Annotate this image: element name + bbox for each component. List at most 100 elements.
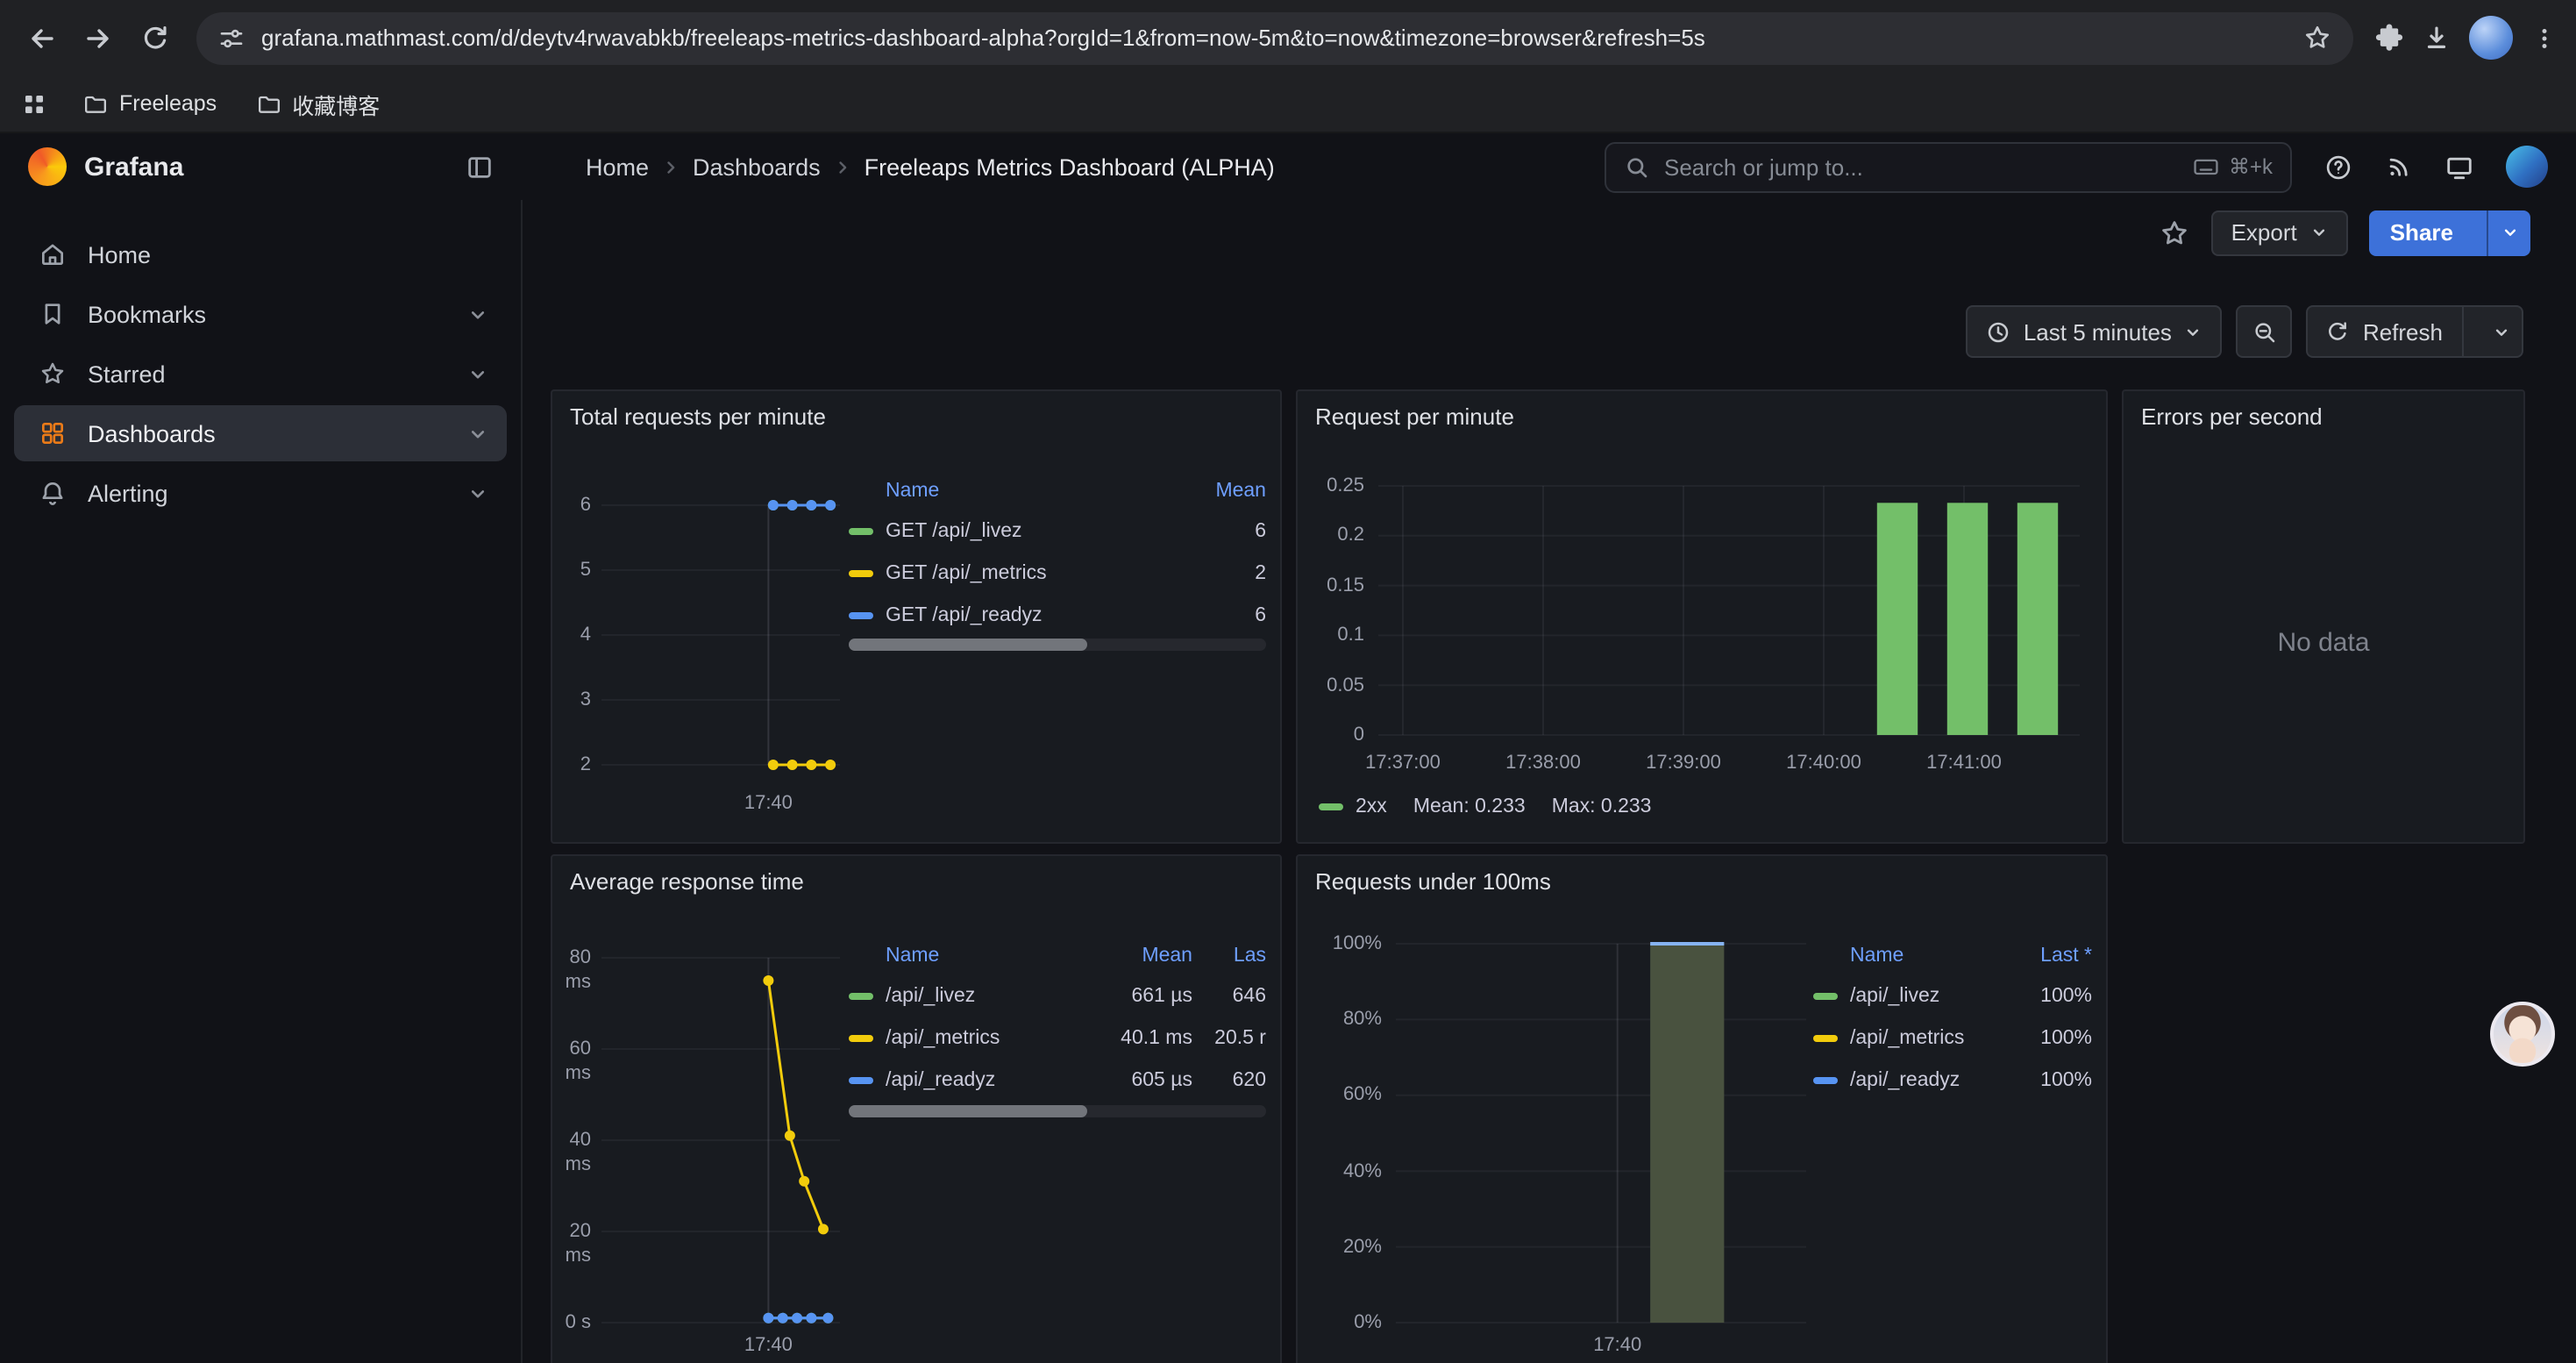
series-name[interactable]: GET /api/_readyz <box>886 605 1175 626</box>
panel-total-requests: Total requests per minute 6543217:40 Nam… <box>551 389 1282 844</box>
share-button[interactable]: Share <box>2369 210 2530 255</box>
legend-row: GET /api/_livez 6 <box>849 510 1266 553</box>
chevron-down-icon[interactable] <box>466 482 489 504</box>
panel-title[interactable]: Errors per second <box>2141 403 2323 430</box>
series-swatch <box>1319 803 1343 810</box>
refresh-interval-chevron-icon[interactable] <box>2480 322 2522 341</box>
chevron-down-icon[interactable] <box>466 422 489 445</box>
legend-header-name[interactable]: Name <box>886 481 1175 502</box>
breadcrumb-current: Freeleaps Metrics Dashboard (ALPHA) <box>865 153 1275 180</box>
breadcrumb-home[interactable]: Home <box>586 153 649 180</box>
chevron-down-icon[interactable] <box>466 303 489 325</box>
browser-toolbar: grafana.mathmast.com/d/deytv4rwavabkb/fr… <box>0 0 2576 75</box>
browser-menu-icon[interactable] <box>2530 24 2558 52</box>
sidebar-item-alerting[interactable]: Alerting <box>14 465 507 521</box>
url-bar[interactable]: grafana.mathmast.com/d/deytv4rwavabkb/fr… <box>196 11 2353 64</box>
legend-series[interactable]: 2xx <box>1319 796 1387 817</box>
time-range-label: Last 5 minutes <box>2024 318 2172 345</box>
user-avatar[interactable] <box>2506 146 2548 188</box>
export-button[interactable]: Export <box>2212 210 2348 255</box>
scrollbar-thumb[interactable] <box>849 1105 1086 1117</box>
legend-table: Name Last * /api/_livez 100% /api/_metri… <box>1813 937 2092 1102</box>
time-range-picker[interactable]: Last 5 minutes <box>1966 305 2223 358</box>
downloads-icon[interactable] <box>2422 23 2451 53</box>
series-name[interactable]: /api/_readyz <box>1850 1070 2008 1091</box>
bookmark-folder-freeleaps[interactable]: Freeleaps <box>68 85 231 122</box>
panel-title[interactable]: Average response time <box>570 868 804 895</box>
share-button-label[interactable]: Share <box>2369 210 2474 255</box>
chevron-down-icon <box>2309 223 2329 242</box>
series-name[interactable]: /api/_metrics <box>1850 1028 2008 1049</box>
series-name[interactable]: /api/_livez <box>886 986 1091 1007</box>
sidebar-item-starred[interactable]: Starred <box>14 346 507 402</box>
keyboard-icon <box>2192 153 2220 181</box>
bookmark-folder-blogs[interactable]: 收藏博客 <box>241 82 394 125</box>
bookmark-icon <box>39 300 67 328</box>
series-name[interactable]: /api/_metrics <box>886 1028 1091 1049</box>
request-per-minute-chart[interactable]: 0.250.20.150.10.05017:37:0017:38:0017:39… <box>1298 391 2106 842</box>
sidebar-item-label: Starred <box>88 360 166 387</box>
extensions-icon[interactable] <box>2374 23 2404 53</box>
legend-header-mean[interactable]: Mean <box>1091 946 1192 967</box>
site-info-icon[interactable] <box>217 24 246 52</box>
back-button[interactable] <box>18 13 67 62</box>
monitor-icon[interactable] <box>2444 152 2474 182</box>
home-icon <box>39 240 67 268</box>
legend-header-last[interactable]: Las <box>1192 946 1266 967</box>
series-last: 20.5 r <box>1192 1028 1266 1049</box>
series-swatch <box>849 528 873 535</box>
sidebar-item-bookmarks[interactable]: Bookmarks <box>14 286 507 342</box>
share-menu-chevron-icon[interactable] <box>2487 210 2530 255</box>
legend-header-last[interactable]: Last * <box>2008 946 2092 967</box>
bookmark-star-icon[interactable] <box>2302 23 2332 53</box>
panel-title[interactable]: Requests under 100ms <box>1315 868 1551 895</box>
help-icon[interactable] <box>2323 152 2353 182</box>
reload-button[interactable] <box>130 13 179 62</box>
search-shortcut: ⌘+k <box>2192 153 2273 181</box>
breadcrumb-dashboards[interactable]: Dashboards <box>693 153 821 180</box>
chevron-down-icon[interactable] <box>466 362 489 385</box>
assistant-avatar-overlay[interactable] <box>2490 1002 2555 1067</box>
x-tick-label: 17:39:00 <box>1646 751 1721 775</box>
series-swatch <box>849 993 873 1000</box>
requests-under-100ms-chart[interactable]: 100%80%60%40%20%0%17:40 <box>1298 856 2106 1363</box>
x-tick-label: 17:37:00 <box>1365 751 1441 775</box>
grafana-logo[interactable] <box>28 147 67 186</box>
series-name[interactable]: GET /api/_metrics <box>886 563 1175 584</box>
news-rss-icon[interactable] <box>2385 153 2413 181</box>
y-tick-label: 3 <box>552 688 591 712</box>
refresh-button[interactable]: Refresh <box>2307 305 2523 358</box>
legend-row: GET /api/_readyz 6 <box>849 595 1266 637</box>
series-swatch <box>849 612 873 619</box>
sidebar-item-dashboards[interactable]: Dashboards <box>14 405 507 461</box>
grafana-brand: Grafana <box>84 152 183 182</box>
series-name[interactable]: /api/_livez <box>1850 986 2008 1007</box>
favorite-star-icon[interactable] <box>2160 217 2191 248</box>
legend-scrollbar[interactable] <box>849 1105 1266 1117</box>
dock-menu-icon[interactable] <box>465 152 495 182</box>
breadcrumb: Home Dashboards Freeleaps Metrics Dashbo… <box>586 153 1275 180</box>
series-name[interactable]: /api/_readyz <box>886 1070 1091 1091</box>
panel-average-response-time: Average response time 80 ms60 ms40 ms20 … <box>551 854 1282 1363</box>
sidebar: Home Bookmarks Starred Dashboards <box>0 200 523 1363</box>
legend-scrollbar[interactable] <box>849 639 1266 651</box>
sidebar-item-home[interactable]: Home <box>14 226 507 282</box>
search-input[interactable]: Search or jump to... ⌘+k <box>1605 141 2292 192</box>
y-tick-label: 0.25 <box>1298 474 1364 498</box>
grafana-header-icons <box>2323 146 2548 188</box>
url-text: grafana.mathmast.com/d/deytv4rwavabkb/fr… <box>261 25 2287 51</box>
forward-button[interactable] <box>74 13 123 62</box>
browser-toolbar-right <box>2374 16 2558 60</box>
zoom-out-button[interactable] <box>2237 305 2293 358</box>
legend-header-name[interactable]: Name <box>886 946 1091 967</box>
legend-header-name[interactable]: Name <box>1850 946 2008 967</box>
series-mean: 6 <box>1175 521 1266 542</box>
browser-profile-avatar[interactable] <box>2469 16 2513 60</box>
series-name[interactable]: GET /api/_livez <box>886 521 1175 542</box>
panel-title[interactable]: Request per minute <box>1315 403 1514 430</box>
legend-header-mean[interactable]: Mean <box>1175 481 1266 502</box>
y-tick-label: 0.05 <box>1298 673 1364 697</box>
panel-title[interactable]: Total requests per minute <box>570 403 826 430</box>
apps-grid-icon[interactable] <box>21 90 47 117</box>
scrollbar-thumb[interactable] <box>849 639 1086 651</box>
